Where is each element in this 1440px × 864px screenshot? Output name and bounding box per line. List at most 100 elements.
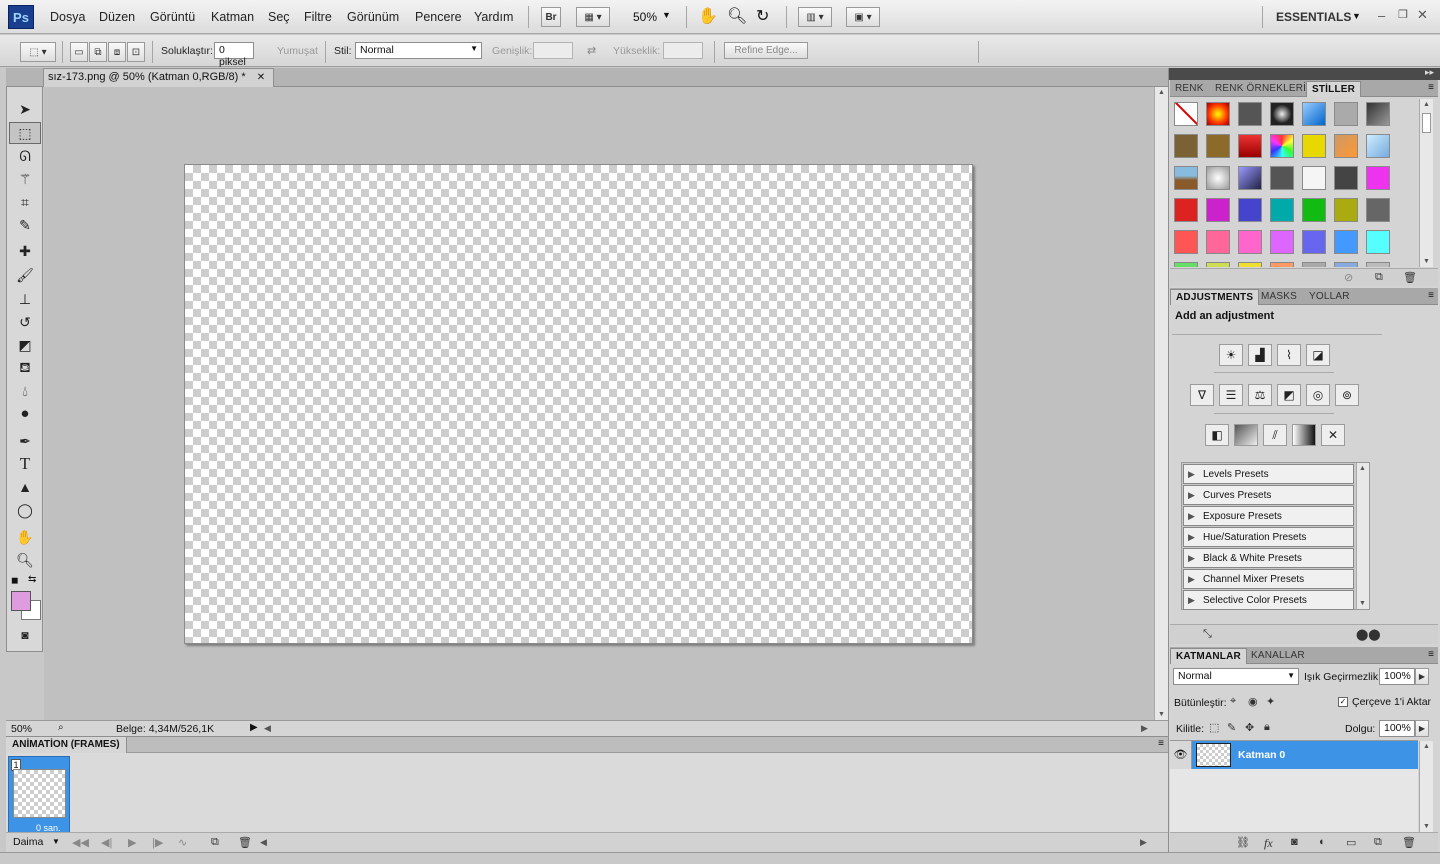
trash-icon[interactable]: 🗑︎ [1402, 836, 1416, 849]
style-none[interactable] [1174, 102, 1198, 126]
style-swatch[interactable] [1334, 134, 1358, 158]
gradient-map-icon[interactable] [1292, 424, 1316, 446]
hand-tool-icon[interactable]: ✋ [698, 6, 718, 26]
scroll-left-icon[interactable]: ◀ [264, 723, 271, 734]
blur-tool-icon[interactable]: 💧︎ [9, 380, 41, 402]
photo-filter-icon[interactable]: ◎ [1306, 384, 1330, 406]
style-swatch[interactable] [1302, 262, 1326, 267]
style-swatch[interactable] [1174, 262, 1198, 267]
style-swatch[interactable] [1270, 102, 1294, 126]
style-swatch[interactable] [1366, 198, 1390, 222]
style-swatch[interactable] [1206, 102, 1230, 126]
clip-icon[interactable]: ⬤⬤ [1356, 628, 1381, 641]
menu-yardim[interactable]: Yardım [474, 10, 513, 24]
status-menu-icon[interactable]: ⌕ [58, 722, 64, 733]
next-frame-icon[interactable]: |▶ [152, 836, 163, 849]
canvas[interactable] [184, 164, 973, 644]
invert-icon[interactable]: ◧ [1205, 424, 1229, 446]
chevron-down-icon[interactable]: ▼ [662, 10, 671, 20]
style-swatch[interactable] [1206, 262, 1230, 267]
style-swatch[interactable] [1366, 166, 1390, 190]
style-swatch[interactable] [1302, 134, 1326, 158]
type-tool-icon[interactable]: T [9, 453, 41, 475]
menu-pencere[interactable]: Pencere [415, 10, 462, 24]
lasso-tool-icon[interactable]: ᘏ [9, 145, 41, 167]
style-swatch[interactable] [1334, 198, 1358, 222]
path-selection-icon[interactable]: ▲ [9, 476, 41, 498]
history-brush-icon[interactable]: ↺ [9, 311, 41, 333]
chevron-down-icon[interactable]: ▼ [1352, 11, 1361, 21]
new-group-icon[interactable]: ▭ [1346, 836, 1356, 849]
scroll-down-icon[interactable]: ▼ [1423, 258, 1430, 265]
subtract-selection-icon[interactable]: ⧈ [108, 42, 126, 62]
loop-select[interactable]: Daima [13, 836, 43, 848]
style-swatch[interactable] [1174, 198, 1198, 222]
fill-input[interactable]: 100% [1379, 720, 1415, 737]
zoom-tool-icon[interactable]: 🔍︎ [9, 549, 41, 571]
style-swatch[interactable] [1206, 198, 1230, 222]
style-swatch[interactable] [1334, 230, 1358, 254]
preset-exposure[interactable]: ▶ Exposure Presets [1183, 506, 1354, 526]
style-swatch[interactable] [1270, 134, 1294, 158]
presets-scrollbar[interactable]: ▲ ▼ [1356, 463, 1369, 609]
eyedropper-icon[interactable]: ✎ [9, 214, 41, 236]
add-selection-icon[interactable]: ⧉ [89, 42, 107, 62]
scroll-up-icon[interactable]: ▲ [1423, 743, 1430, 750]
style-swatch[interactable] [1334, 166, 1358, 190]
style-swatch[interactable] [1174, 134, 1198, 158]
style-swatch[interactable] [1238, 230, 1262, 254]
status-arrow-icon[interactable]: ▶ [250, 722, 258, 733]
channel-mixer-icon[interactable]: ⊚ [1335, 384, 1359, 406]
clone-stamp-icon[interactable]: ⊥ [9, 288, 41, 310]
play-icon[interactable]: ▶ [128, 836, 136, 849]
eye-icon[interactable]: 👁︎ [1170, 741, 1192, 769]
style-swatch[interactable] [1238, 102, 1262, 126]
menu-filtre[interactable]: Filtre [304, 10, 332, 24]
blend-mode-select[interactable]: Normal ▼ [1173, 668, 1299, 685]
opacity-input[interactable]: 100% [1379, 668, 1415, 685]
threshold-icon[interactable]: ⫽ [1263, 424, 1287, 446]
new-style-icon[interactable]: ⧉ [1375, 271, 1383, 284]
style-swatch[interactable] [1270, 198, 1294, 222]
lock-transparency-icon[interactable]: ⬚ [1209, 721, 1219, 734]
style-swatch[interactable] [1302, 230, 1326, 254]
style-swatch[interactable] [1206, 166, 1230, 190]
style-swatch[interactable] [1334, 262, 1358, 267]
scroll-left-icon[interactable]: ◀ [260, 837, 267, 848]
trash-icon[interactable]: 🗑︎ [238, 836, 252, 849]
menu-duzen[interactable]: Düzen [99, 10, 135, 24]
animation-frame[interactable]: 1 0 san. [8, 756, 70, 834]
exposure-icon[interactable]: ◪ [1306, 344, 1330, 366]
propagate-checkbox[interactable]: ✓ [1338, 697, 1348, 707]
unify-visibility-icon[interactable]: ◉ [1248, 695, 1258, 708]
style-swatch[interactable] [1302, 102, 1326, 126]
style-swatch[interactable] [1174, 166, 1198, 190]
default-colors-icon[interactable]: ◼ [11, 575, 18, 586]
tab-color[interactable]: RENK [1170, 81, 1209, 97]
vertical-scrollbar[interactable]: ▲ ▼ [1154, 87, 1168, 720]
new-layer-icon[interactable]: ⧉ [1374, 836, 1382, 849]
swap-icon[interactable]: ⇄ [587, 44, 596, 57]
restore-icon[interactable]: ❐ [1398, 8, 1408, 21]
style-swatch[interactable] [1366, 230, 1390, 254]
hue-saturation-icon[interactable]: ☰ [1219, 384, 1243, 406]
styles-scrollbar[interactable]: ▲ ▼ [1419, 99, 1433, 267]
workspace-switcher[interactable]: ESSENTIALS [1276, 10, 1351, 24]
collapse-icon[interactable]: ▸▸ [1425, 67, 1434, 78]
clear-style-icon[interactable]: ⊘ [1344, 271, 1353, 284]
layer-name[interactable]: Katman 0 [1238, 749, 1285, 761]
eraser-tool-icon[interactable]: ◩ [9, 334, 41, 356]
chevron-down-icon[interactable]: ▼ [52, 837, 60, 846]
screen-mode-icon[interactable]: ▣ ▾ [846, 7, 880, 27]
tab-masks[interactable]: MASKS [1256, 289, 1302, 305]
style-swatch[interactable] [1238, 198, 1262, 222]
style-swatch[interactable] [1206, 230, 1230, 254]
tab-adjustments[interactable]: ADJUSTMENTS [1170, 289, 1260, 305]
preset-selective-color[interactable]: ▶ Selective Color Presets [1183, 590, 1354, 610]
preset-black-white[interactable]: ▶ Black & White Presets [1183, 548, 1354, 568]
preset-levels[interactable]: ▶ Levels Presets [1183, 464, 1354, 484]
panel-dock-header[interactable]: ▸▸ [1169, 67, 1440, 80]
selective-color-icon[interactable]: ✕ [1321, 424, 1345, 446]
scroll-right-icon[interactable]: ▶ [1140, 837, 1147, 848]
feather-input[interactable]: 0 piksel [214, 42, 254, 68]
